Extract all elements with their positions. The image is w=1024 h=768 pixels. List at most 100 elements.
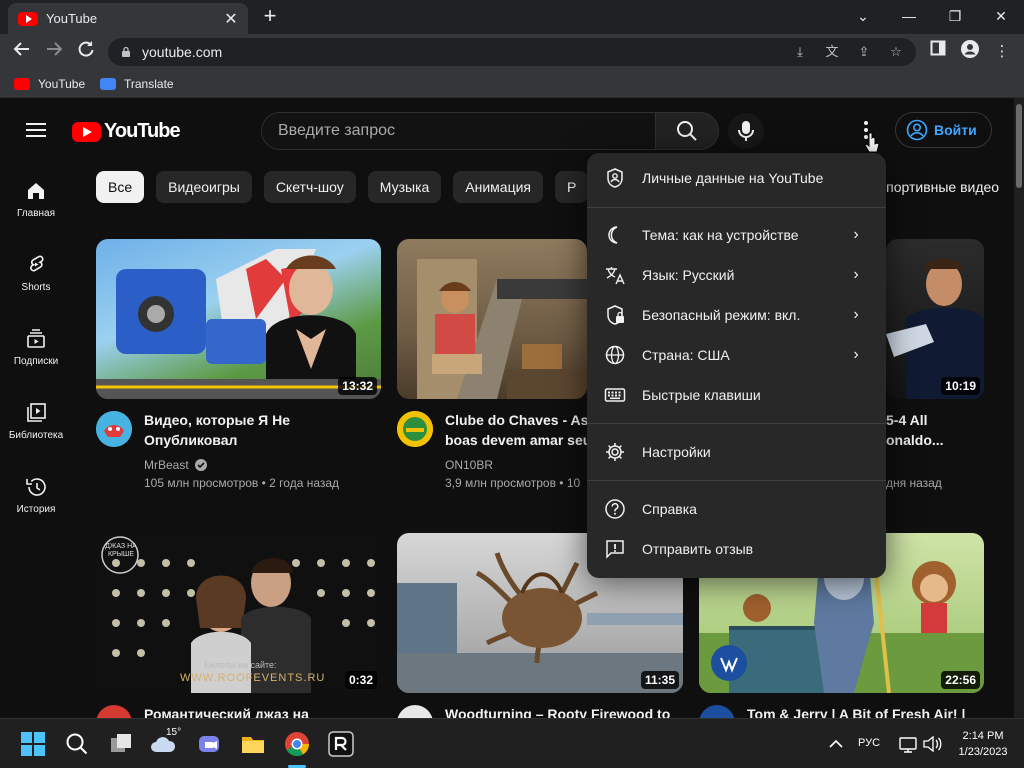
- back-button[interactable]: [10, 40, 34, 64]
- address-bar[interactable]: youtube.com ⤓ 文 ⇪ ☆: [108, 38, 916, 66]
- menu-item-restricted-mode[interactable]: Безопасный режим: вкл. ›: [587, 295, 886, 335]
- profile-avatar-icon[interactable]: [958, 40, 982, 64]
- menu-item-theme[interactable]: Тема: как на устройстве ›: [587, 215, 886, 255]
- task-view-icon[interactable]: [108, 731, 134, 757]
- video-duration: 22:56: [941, 671, 980, 689]
- file-explorer-icon[interactable]: [240, 731, 266, 757]
- tab-close-icon[interactable]: ✕: [222, 9, 240, 29]
- history-icon: [26, 478, 46, 496]
- account-circle-icon: [906, 119, 928, 141]
- taskbar-search-icon[interactable]: [64, 731, 90, 757]
- menu-item-keyboard-shortcuts[interactable]: Быстрые клавиши: [587, 375, 886, 415]
- channel-avatar[interactable]: [397, 705, 433, 718]
- video-thumbnail[interactable]: ДЖАЗ НА КРЫШЕ Билеты на сайте: WWW.ROOFE…: [96, 533, 381, 693]
- menu-item-language[interactable]: Язык: Русский ›: [587, 255, 886, 295]
- share-icon[interactable]: ⇪: [852, 41, 876, 63]
- video-title[interactable]: 5-4 All onaldo...: [886, 410, 986, 450]
- install-app-icon[interactable]: ⤓: [788, 41, 812, 63]
- menu-item-feedback[interactable]: Отправить отзыв: [587, 529, 886, 569]
- menu-item-label: Страна: США: [642, 347, 730, 363]
- sidebar-item-shorts[interactable]: Shorts: [0, 254, 72, 293]
- chrome-menu-icon[interactable]: ⋮: [990, 40, 1014, 64]
- forward-button[interactable]: [42, 40, 66, 64]
- video-title[interactable]: Clube do Chaves - As p boas devem amar s…: [445, 410, 587, 450]
- sidebar-item-library[interactable]: Библиотека: [0, 402, 72, 441]
- video-thumbnail[interactable]: 10:19: [886, 239, 984, 399]
- side-panel-icon[interactable]: [926, 40, 950, 64]
- youtube-favicon-icon: [18, 11, 38, 26]
- youtube-logo[interactable]: YouTube: [72, 120, 181, 143]
- weather-widget[interactable]: 15°: [150, 727, 186, 757]
- video-thumbnail[interactable]: 13:32: [96, 239, 381, 399]
- menu-divider: [587, 423, 886, 424]
- channel-avatar[interactable]: [96, 705, 132, 718]
- system-tray-chevron-icon[interactable]: [826, 731, 852, 757]
- bookmark-youtube[interactable]: YouTube: [14, 74, 85, 94]
- network-icon[interactable]: [898, 731, 924, 757]
- chip-videogames[interactable]: Видеоигры: [156, 171, 252, 203]
- search-placeholder: Введите запрос: [278, 122, 395, 139]
- video-title-line: boas devem amar seus: [445, 432, 587, 448]
- new-tab-button[interactable]: +: [258, 4, 282, 28]
- sidebar-item-history[interactable]: История: [0, 476, 72, 515]
- bookmark-translate[interactable]: Translate: [100, 74, 174, 94]
- help-icon: [603, 497, 627, 521]
- menu-item-location[interactable]: Страна: США ›: [587, 335, 886, 375]
- video-title[interactable]: Woodturning – Rooty Firewood to: [445, 704, 675, 718]
- settings-dropdown-menu: Личные данные на YouTube Тема: как на ус…: [587, 153, 886, 578]
- sidebar-item-subscriptions[interactable]: Подписки: [0, 328, 72, 367]
- teams-chat-icon[interactable]: [196, 731, 222, 757]
- url-text: youtube.com: [142, 44, 223, 60]
- chip-sports[interactable]: Спортивные видео: [876, 171, 999, 203]
- channel-name[interactable]: MrBeast: [144, 456, 208, 474]
- translate-page-icon[interactable]: 文: [820, 41, 844, 63]
- page-scrollbar[interactable]: [1014, 98, 1024, 718]
- search-icon: [677, 121, 697, 141]
- sidebar-item-home[interactable]: Главная: [0, 180, 72, 219]
- bookmark-star-icon[interactable]: ☆: [884, 41, 908, 63]
- video-title[interactable]: Видео, которые Я Не Опубликовал: [144, 410, 374, 450]
- subscriptions-icon: [27, 329, 45, 348]
- reload-button[interactable]: [74, 40, 98, 64]
- menu-item-label: Быстрые клавиши: [642, 387, 761, 403]
- volume-icon[interactable]: [922, 731, 948, 757]
- channel-avatar[interactable]: [397, 411, 433, 447]
- menu-divider: [587, 480, 886, 481]
- close-window-button[interactable]: ✕: [986, 4, 1016, 28]
- channel-avatar[interactable]: [699, 705, 735, 718]
- video-title-line: Woodturning – Rooty Firewood to: [445, 706, 671, 718]
- guide-menu-icon[interactable]: [26, 123, 46, 137]
- video-title-line: Видео, которые Я Не: [144, 412, 291, 428]
- chip-music[interactable]: Музыка: [367, 171, 442, 203]
- menu-item-settings[interactable]: Настройки: [587, 432, 886, 472]
- channel-avatar[interactable]: [96, 411, 132, 447]
- signin-button[interactable]: Войти: [895, 112, 992, 148]
- search-input[interactable]: Введите запрос: [261, 112, 656, 150]
- video-title[interactable]: Романтический джаз на: [144, 704, 374, 718]
- input-language-indicator[interactable]: РУС: [858, 737, 880, 749]
- video-title[interactable]: Tom & Jerry | A Bit of Fresh Air! |: [747, 704, 987, 718]
- clock-date: 1/23/2023: [958, 746, 1008, 758]
- voice-search-button[interactable]: [728, 113, 764, 149]
- chip-all[interactable]: Все: [96, 171, 145, 203]
- chip-partial[interactable]: Р: [555, 171, 589, 203]
- search-button[interactable]: [655, 112, 719, 150]
- minimize-button[interactable]: —: [894, 4, 924, 28]
- menu-item-help[interactable]: Справка: [587, 489, 886, 529]
- chrome-taskbar-icon[interactable]: [284, 731, 310, 757]
- menu-item-label: Язык: Русский: [642, 267, 735, 283]
- channel-name[interactable]: ON10BR: [445, 456, 493, 474]
- browser-tab-youtube[interactable]: YouTube ✕: [8, 3, 248, 34]
- taskbar-clock[interactable]: 2:14 PM 1/23/2023: [948, 728, 1018, 760]
- menu-item-your-data[interactable]: Личные данные на YouTube: [587, 158, 886, 198]
- chip-animation[interactable]: Анимация: [453, 171, 544, 203]
- restore-button[interactable]: ❐: [940, 4, 970, 28]
- windows-start-icon[interactable]: [20, 731, 46, 757]
- sidebar-label: Библиотека: [8, 430, 64, 441]
- forward-arrow-icon: [47, 42, 63, 56]
- chip-sketch[interactable]: Скетч-шоу: [263, 171, 356, 203]
- scrollbar-thumb[interactable]: [1016, 104, 1022, 188]
- app-r-icon[interactable]: [328, 731, 354, 757]
- tab-search-chevron-icon[interactable]: ⌄: [848, 4, 878, 28]
- video-thumbnail[interactable]: [397, 239, 587, 399]
